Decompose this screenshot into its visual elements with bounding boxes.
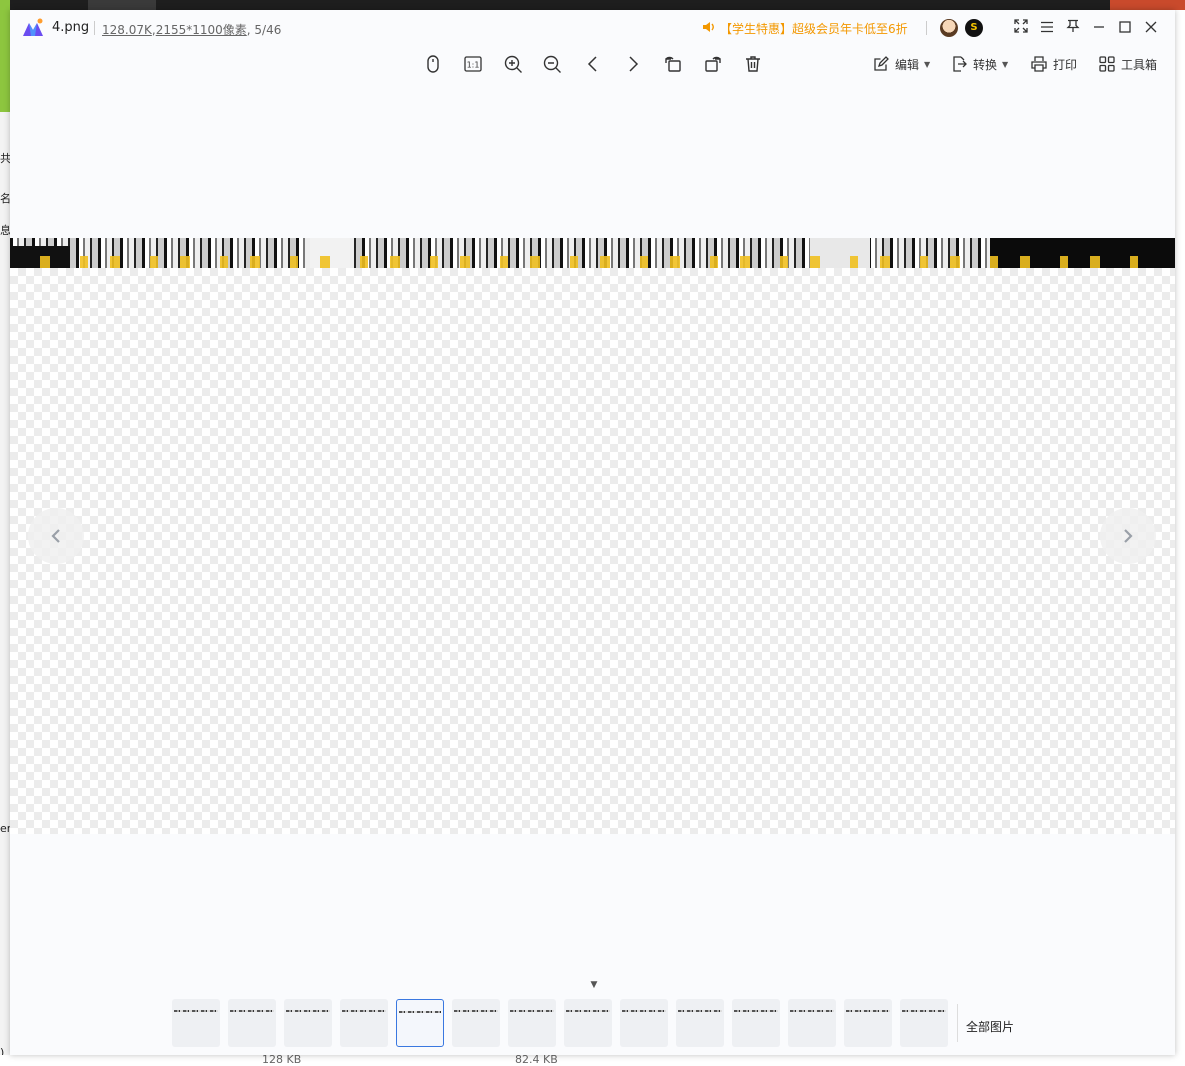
next-image-icon[interactable]: [619, 50, 647, 78]
print-icon: [1031, 56, 1047, 72]
convert-label: 转换: [973, 57, 998, 72]
thumbnail[interactable]: [844, 999, 892, 1047]
thumbnail[interactable]: [732, 999, 780, 1047]
pin-icon[interactable]: [1063, 18, 1083, 38]
convert-button[interactable]: 转换 ▼: [950, 54, 1008, 74]
file-name: 4.png: [52, 20, 90, 35]
desktop-background-green: [0, 0, 10, 112]
menu-icon[interactable]: [1037, 18, 1057, 38]
image-dimensions[interactable]: 2155*1100像素: [156, 23, 247, 37]
rotate-right-icon[interactable]: [699, 50, 727, 78]
delete-icon[interactable]: [739, 50, 767, 78]
mouse-mode-icon[interactable]: [419, 50, 447, 78]
image-canvas[interactable]: [10, 238, 1175, 834]
zoom-out-icon[interactable]: [538, 50, 566, 78]
desktop-background: [0, 0, 1185, 10]
edit-icon: [874, 56, 889, 71]
print-label: 打印: [1053, 57, 1078, 72]
maximize-icon[interactable]: [1115, 18, 1135, 38]
promo-banner[interactable]: 【学生特惠】超级会员年卡低至6折: [702, 20, 908, 37]
edit-button[interactable]: 编辑 ▼: [872, 54, 930, 74]
divider: [926, 21, 927, 35]
thumbnail[interactable]: [676, 999, 724, 1047]
toolbox-icon: [1099, 56, 1115, 72]
divider: [94, 21, 95, 35]
actual-size-icon[interactable]: 1:1: [459, 50, 487, 78]
thumbnail[interactable]: [228, 999, 276, 1047]
thumbnail[interactable]: [452, 999, 500, 1047]
thumbnail[interactable]: [508, 999, 556, 1047]
desktop-background-accent: [1110, 0, 1185, 10]
thumbnail[interactable]: [564, 999, 612, 1047]
desktop-background-block: [88, 0, 156, 10]
thumbnail[interactable]: [284, 999, 332, 1047]
zoom-in-icon[interactable]: [499, 50, 527, 78]
image-viewer-window: 4.png 128.07K,2155*1100像素, 5/46 【学生特惠】超级…: [10, 10, 1175, 1055]
next-button[interactable]: [1100, 508, 1156, 564]
thumbnail-strip: [172, 999, 1022, 1049]
chevron-left-icon: [51, 529, 60, 543]
edit-label: 编辑: [895, 57, 920, 72]
divider: [957, 1004, 958, 1042]
thumbnail-selected[interactable]: [396, 999, 444, 1047]
vip-badge-icon[interactable]: S: [965, 19, 983, 37]
rotate-left-icon[interactable]: [659, 50, 687, 78]
convert-icon: [953, 56, 967, 72]
collapse-filmstrip-icon[interactable]: ▼: [580, 978, 608, 992]
thumbnail[interactable]: [788, 999, 836, 1047]
previous-image-icon[interactable]: [579, 50, 607, 78]
image-photo-strip: [10, 238, 1175, 268]
file-info: 128.07K,2155*1100像素, 5/46: [102, 23, 282, 37]
background-file-sizes: 128 KB 82.4 KB: [0, 1053, 1185, 1066]
thumbnail[interactable]: [620, 999, 668, 1047]
app-logo-icon: [23, 18, 43, 36]
fullscreen-icon[interactable]: [1011, 18, 1031, 38]
thumbnail[interactable]: [340, 999, 388, 1047]
speaker-icon: [703, 22, 714, 32]
print-button[interactable]: 打印: [1030, 54, 1077, 74]
promo-text: 【学生特惠】超级会员年卡低至6折: [720, 22, 908, 36]
toolbox-button[interactable]: 工具箱: [1098, 54, 1157, 74]
user-avatar[interactable]: [940, 19, 958, 37]
chevron-down-icon: ▼: [924, 59, 931, 69]
toolbar: 1:1 编辑 ▼ 转换 ▼ 打印 工具箱: [10, 46, 1175, 82]
thumbnail[interactable]: [172, 999, 220, 1047]
chevron-down-icon: ▼: [1002, 59, 1009, 69]
thumbnail[interactable]: [900, 999, 948, 1047]
minimize-icon[interactable]: [1089, 18, 1109, 38]
background-window-edge: 共 名 息 er ): [0, 112, 11, 1065]
all-images-button[interactable]: 全部图片: [966, 1018, 1014, 1035]
toolbox-label: 工具箱: [1121, 57, 1158, 72]
title-bar: 4.png 128.07K,2155*1100像素, 5/46 【学生特惠】超级…: [10, 10, 1175, 46]
image-position: 5/46: [254, 23, 282, 37]
chevron-right-icon: [1124, 529, 1133, 543]
svg-text:1:1: 1:1: [467, 61, 480, 70]
previous-button[interactable]: [28, 508, 84, 564]
close-icon[interactable]: [1141, 18, 1161, 38]
file-size[interactable]: 128.07K: [102, 23, 152, 37]
transparency-background: [10, 268, 1175, 834]
